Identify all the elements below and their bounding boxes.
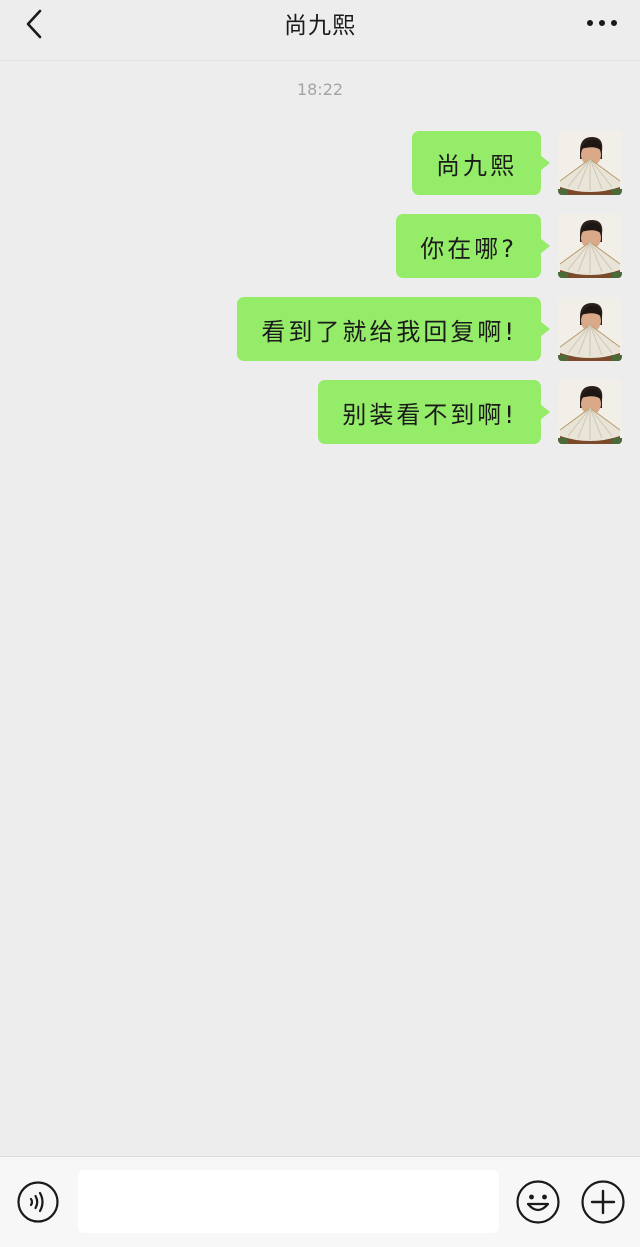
message-bubble[interactable]: 看到了就给我回复啊! (237, 297, 550, 361)
more-dots-icon (587, 20, 617, 26)
avatar[interactable] (558, 297, 622, 361)
voice-button[interactable] (17, 1181, 59, 1223)
plus-icon (581, 1180, 625, 1224)
message-bubble[interactable]: 尚九熙 (412, 131, 550, 195)
message-row: 你在哪? (396, 214, 622, 278)
message-bubble[interactable]: 别装看不到啊! (318, 380, 550, 444)
message-input[interactable] (78, 1170, 499, 1233)
message-bubble[interactable]: 你在哪? (396, 214, 550, 278)
message-row: 尚九熙 (412, 131, 622, 195)
avatar[interactable] (558, 380, 622, 444)
avatar[interactable] (558, 131, 622, 195)
more-functions-button[interactable] (581, 1180, 625, 1224)
more-button[interactable] (580, 6, 624, 40)
chat-title: 尚九熙 (284, 13, 356, 39)
message-input-bar (0, 1156, 640, 1247)
message-timestamp: 18:22 (296, 80, 344, 99)
avatar[interactable] (558, 214, 622, 278)
emoji-button[interactable] (516, 1180, 560, 1224)
message-row: 别装看不到啊! (318, 380, 622, 444)
avatar-image (558, 214, 622, 278)
message-row: 看到了就给我回复啊! (237, 297, 622, 361)
chat-header: 尚九熙 (0, 0, 640, 61)
voice-icon (17, 1181, 59, 1223)
emoji-icon (516, 1180, 560, 1224)
avatar-image (558, 380, 622, 444)
avatar-image (558, 131, 622, 195)
avatar-image (558, 297, 622, 361)
